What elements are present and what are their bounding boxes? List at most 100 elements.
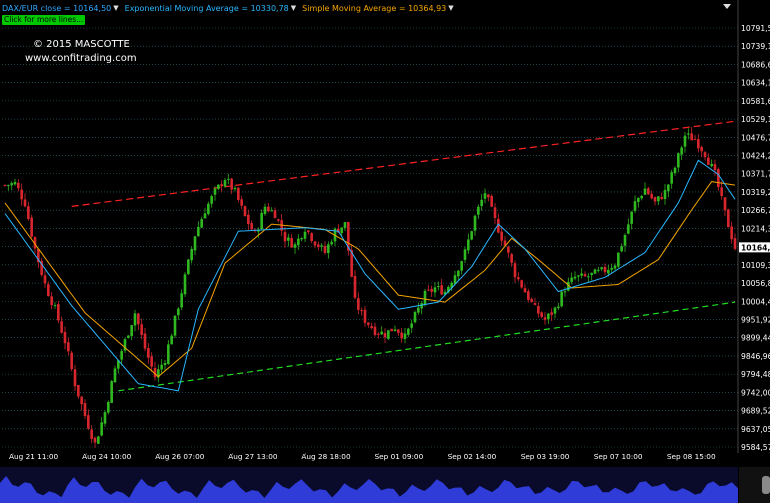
series-close-label[interactable]: DAX/EUR close = 10164,50 ▼ xyxy=(2,4,119,13)
candle-body xyxy=(547,313,550,320)
candle-body xyxy=(150,356,153,367)
candle-body xyxy=(277,219,280,221)
candle-body xyxy=(323,246,327,253)
watermark: © 2015 MASCOTTE www.confitrading.com xyxy=(25,38,137,66)
candle-body xyxy=(463,249,467,260)
x-tick-label: Sep 08 15:00 xyxy=(667,452,716,461)
candle-body xyxy=(710,163,713,167)
x-tick-label: Sep 07 10:00 xyxy=(594,452,643,461)
candle-body xyxy=(243,206,247,217)
chevron-down-icon[interactable]: ▼ xyxy=(448,4,453,12)
candle-body xyxy=(540,312,543,317)
candle-body xyxy=(470,231,473,240)
candle-body xyxy=(677,153,680,168)
candle-body xyxy=(440,285,443,295)
candle-body xyxy=(210,195,213,204)
candle-body xyxy=(363,309,367,323)
candle-body xyxy=(133,313,137,326)
candle-body xyxy=(550,312,553,315)
candle-body xyxy=(513,263,517,278)
candle-body xyxy=(357,298,360,310)
candle-body xyxy=(720,187,723,196)
candle-body xyxy=(680,147,683,155)
candle-body xyxy=(637,197,640,202)
x-tick-label: Aug 24 10:00 xyxy=(82,452,132,461)
x-tick-label: Aug 21 11:00 xyxy=(9,452,59,461)
candle-body xyxy=(207,203,210,215)
chevron-down-icon[interactable]: ▼ xyxy=(291,4,296,12)
candle-body xyxy=(560,291,563,307)
candle-body xyxy=(517,277,520,280)
candle-body xyxy=(233,187,237,190)
collapse-icon[interactable] xyxy=(722,3,732,11)
indicator-header: DAX/EUR close = 10164,50 ▼ Exponential M… xyxy=(2,2,454,14)
candle-body xyxy=(273,210,277,219)
candle-body xyxy=(13,181,17,185)
candle-body xyxy=(43,275,47,284)
series-sma-label[interactable]: Simple Moving Average = 10364,93 ▼ xyxy=(302,4,454,13)
candle-body xyxy=(3,184,7,186)
chevron-down-icon[interactable]: ▼ xyxy=(113,4,118,12)
candle-body xyxy=(563,291,567,293)
volume-scroll-handle[interactable] xyxy=(762,476,770,494)
y-tick-label: 10529,18 xyxy=(741,115,770,124)
candle-body xyxy=(220,184,223,187)
candle-body xyxy=(643,188,647,195)
x-tick-label: Sep 01 09:00 xyxy=(375,452,424,461)
candle-body xyxy=(670,172,673,184)
candle-body xyxy=(600,267,603,270)
candle-body xyxy=(630,211,633,224)
candle-body xyxy=(160,364,163,370)
candle-body xyxy=(543,317,547,320)
candle-body xyxy=(620,246,623,252)
candle-body xyxy=(500,231,503,241)
candle-body xyxy=(577,275,580,277)
y-tick-label: 9584,57 xyxy=(741,443,770,452)
series-ema-label[interactable]: Exponential Moving Average = 10330,78 ▼ xyxy=(125,4,297,13)
more-lines-button[interactable]: Click for more lines... xyxy=(2,15,86,25)
x-tick-label: Aug 27 13:00 xyxy=(228,452,278,461)
price-chart: 10791,58 10739,10 10686,62 10634,14 10581,66… xyxy=(0,0,770,503)
candle-body xyxy=(527,291,530,300)
series-ema-text: Exponential Moving Average = 10330,78 xyxy=(124,3,289,13)
candle-body xyxy=(303,231,307,239)
candle-body xyxy=(403,333,407,339)
candle-body xyxy=(290,238,293,248)
candle-body xyxy=(707,157,710,165)
candle-body xyxy=(457,270,460,277)
candle-body xyxy=(17,182,20,189)
candle-body xyxy=(590,272,593,276)
series-close-text: DAX/EUR close = 10164,50 xyxy=(2,3,112,13)
candle-body xyxy=(263,206,267,214)
candle-body xyxy=(700,147,703,152)
candle-body xyxy=(650,193,653,199)
y-tick-label: 9689,52 xyxy=(741,407,770,416)
candle-body xyxy=(180,293,183,308)
candle-body xyxy=(673,167,677,174)
y-tick-label: 10214,31 xyxy=(741,224,770,233)
candle-body xyxy=(297,238,300,246)
candle-body xyxy=(693,139,697,141)
candle-body xyxy=(400,332,403,339)
candle-body xyxy=(597,269,600,271)
candle-body xyxy=(223,180,227,187)
y-tick-label: 10109,35 xyxy=(741,261,770,270)
candle-body xyxy=(663,190,667,200)
candle-body xyxy=(310,233,313,241)
candle-body xyxy=(493,207,497,218)
candle-body xyxy=(437,286,440,288)
candle-body xyxy=(67,342,70,352)
candle-body xyxy=(120,351,123,360)
candle-body xyxy=(583,274,587,277)
candle-body xyxy=(200,219,203,228)
candle-body xyxy=(433,287,437,293)
candle-body xyxy=(173,315,177,336)
candle-body xyxy=(267,206,270,212)
candle-body xyxy=(343,222,347,228)
candle-body xyxy=(660,196,663,200)
candle-body xyxy=(410,323,413,328)
candle-body xyxy=(427,289,430,291)
candle-body xyxy=(70,352,73,370)
candle-body xyxy=(480,199,483,207)
candle-body xyxy=(143,333,147,349)
